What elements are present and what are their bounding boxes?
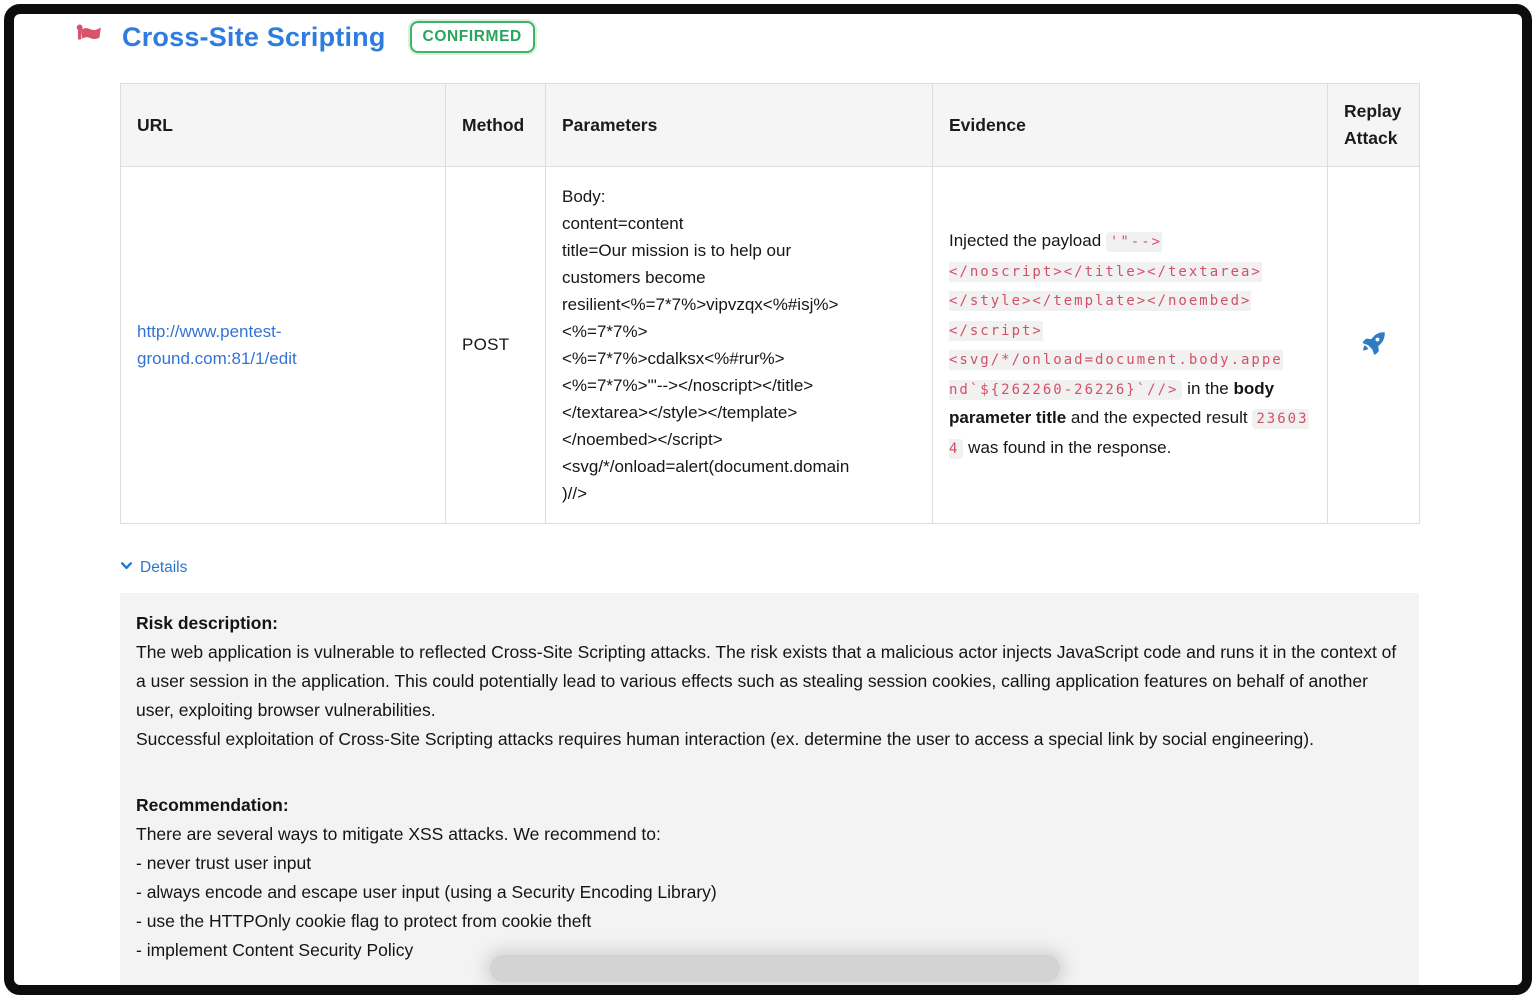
finding-table: URL Method Parameters Evidence Replay At… xyxy=(120,83,1420,524)
finding-title: Cross-Site Scripting xyxy=(122,22,386,53)
app-window: Cross-Site Scripting CONFIRMED URL Metho… xyxy=(4,4,1532,995)
chevron-down-icon xyxy=(120,559,133,577)
table-row: http://www.pentest-ground.com:81/1/edit … xyxy=(121,167,1420,524)
method-cell: POST xyxy=(446,167,546,524)
flag-icon xyxy=(72,20,106,54)
col-header-url: URL xyxy=(121,84,446,167)
col-header-replay-attack: Replay Attack xyxy=(1328,84,1420,167)
status-badge: CONFIRMED xyxy=(410,21,535,53)
col-header-method: Method xyxy=(446,84,546,167)
url-cell: http://www.pentest-ground.com:81/1/edit xyxy=(121,167,446,524)
recommendation-text: There are several ways to mitigate XSS a… xyxy=(136,820,1403,965)
table-header-row: URL Method Parameters Evidence Replay At… xyxy=(121,84,1420,167)
details-panel: Risk description: The web application is… xyxy=(120,593,1419,995)
details-toggle[interactable]: Details xyxy=(120,559,187,577)
replay-attack-cell xyxy=(1328,167,1420,524)
risk-description-heading: Risk description: xyxy=(136,609,1403,638)
target-url-link[interactable]: http://www.pentest-ground.com:81/1/edit xyxy=(137,322,297,368)
col-header-evidence: Evidence xyxy=(933,84,1328,167)
horizontal-scrollbar[interactable] xyxy=(490,955,1060,982)
recommendation-heading: Recommendation: xyxy=(136,791,1403,820)
evidence-cell: Injected the payload '"--> </noscript></… xyxy=(933,167,1328,524)
parameters-cell: Body: content=content title=Our mission … xyxy=(546,167,933,524)
finding-header: Cross-Site Scripting CONFIRMED xyxy=(72,20,535,54)
replay-attack-button[interactable] xyxy=(1359,328,1389,361)
risk-description-text: The web application is vulnerable to ref… xyxy=(136,638,1403,754)
rocket-icon xyxy=(1359,346,1389,361)
col-header-parameters: Parameters xyxy=(546,84,933,167)
details-toggle-label: Details xyxy=(140,559,187,577)
evidence-content: Injected the payload '"--> </noscript></… xyxy=(949,227,1311,463)
